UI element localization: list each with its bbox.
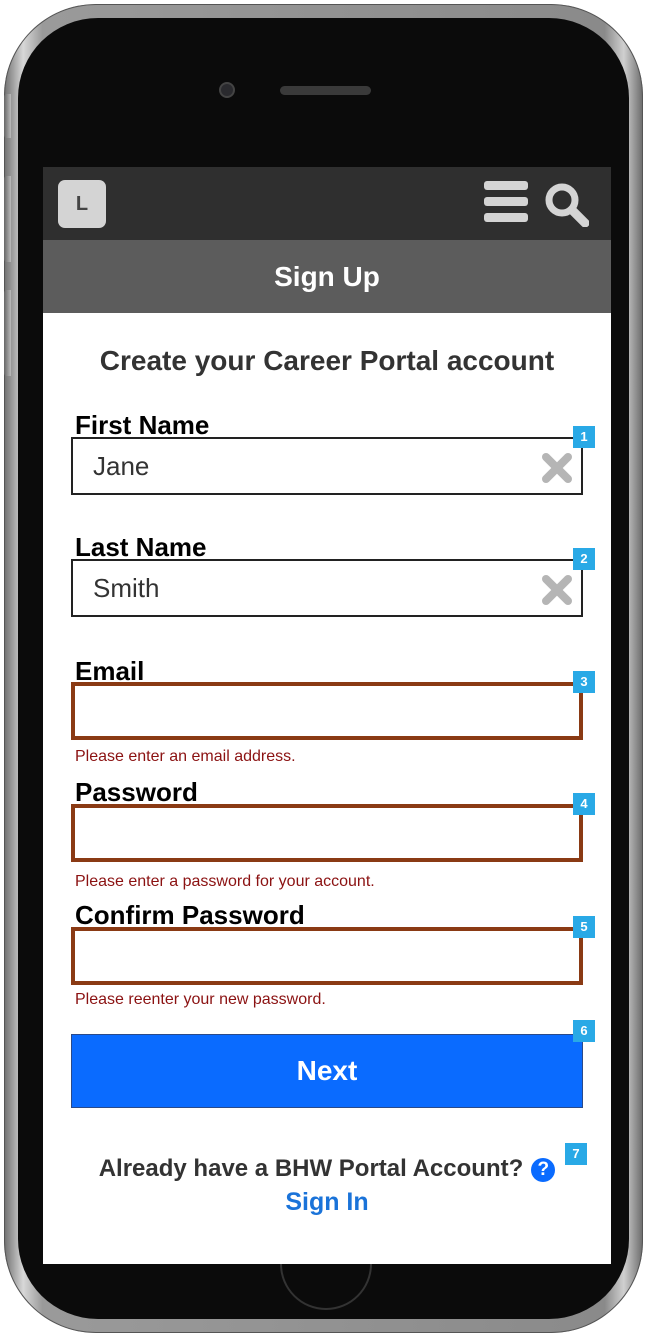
password-field[interactable] bbox=[71, 804, 583, 862]
clear-icon[interactable] bbox=[541, 574, 573, 606]
volume-up-button bbox=[4, 176, 11, 262]
next-button[interactable]: Next bbox=[71, 1034, 583, 1108]
front-camera bbox=[219, 82, 235, 98]
annotation-badge: 2 bbox=[573, 548, 595, 570]
form-heading: Create your Career Portal account bbox=[99, 345, 555, 376]
mute-switch bbox=[4, 94, 11, 138]
confirm-password-error-message: Please reenter your new password. bbox=[75, 991, 326, 1008]
first-name-field[interactable]: Jane bbox=[71, 437, 583, 495]
search-icon[interactable] bbox=[543, 181, 589, 227]
annotation-badge: 1 bbox=[573, 426, 595, 448]
confirm-password-field[interactable] bbox=[71, 927, 583, 985]
annotation-badge: 5 bbox=[573, 916, 595, 938]
top-nav-bar: L bbox=[43, 167, 611, 240]
last-name-value: Smith bbox=[93, 573, 160, 603]
volume-down-button bbox=[4, 290, 11, 376]
already-have-account-row: Already have a BHW Portal Account?? bbox=[43, 1155, 611, 1183]
hamburger-menu-icon[interactable] bbox=[484, 181, 528, 223]
annotation-badge: 7 bbox=[565, 1143, 587, 1165]
first-name-value: Jane bbox=[93, 451, 150, 481]
email-field[interactable] bbox=[71, 682, 583, 740]
annotation-badge: 6 bbox=[573, 1020, 595, 1042]
password-error-message: Please enter a password for your account… bbox=[75, 873, 375, 890]
earpiece-speaker bbox=[280, 86, 371, 95]
help-icon[interactable]: ? bbox=[531, 1157, 556, 1182]
annotation-badge: 4 bbox=[573, 793, 595, 815]
app-logo[interactable]: L bbox=[58, 180, 106, 228]
sign-in-link[interactable]: Sign In bbox=[43, 1188, 611, 1217]
clear-icon[interactable] bbox=[541, 452, 573, 484]
already-have-account-text: Already have a BHW Portal Account? bbox=[98, 1155, 524, 1182]
page-title: Sign Up bbox=[43, 240, 611, 313]
last-name-field[interactable]: Smith bbox=[71, 559, 583, 617]
annotation-badge: 3 bbox=[573, 671, 595, 693]
email-error-message: Please enter an email address. bbox=[75, 748, 296, 765]
app-screen: L Sign Up Create your Career Portal acco… bbox=[43, 167, 611, 1264]
